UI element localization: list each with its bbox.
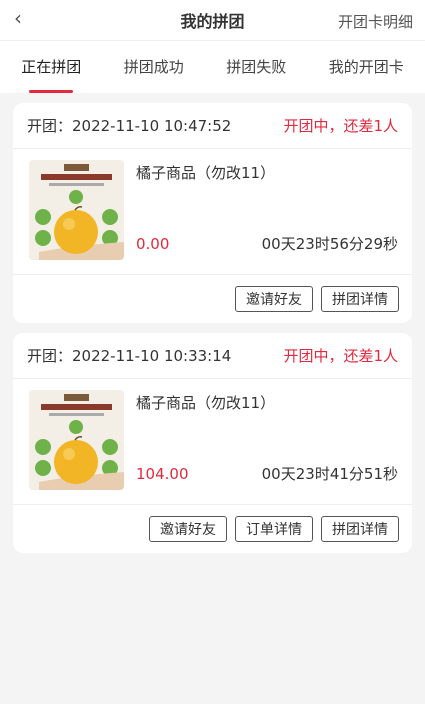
product-image (29, 390, 124, 490)
group-detail-button[interactable]: 拼团详情 (321, 516, 399, 542)
open-time: 开团：2022-11-10 10:33:14 (27, 347, 232, 365)
card-header: 开团：2022-11-10 10:47:52 开团中，还差1人 (13, 103, 412, 149)
card-header: 开团：2022-11-10 10:33:14 开团中，还差1人 (13, 333, 412, 379)
header: ‹ 我的拼团 开团卡明细 (0, 0, 425, 40)
product-name: 橘子商品（勿改11） (136, 394, 276, 412)
tab-failed[interactable]: 拼团失败 (226, 41, 286, 93)
countdown: 00天23时56分29秒 (261, 235, 398, 253)
tab-my-open-card[interactable]: 我的开团卡 (329, 41, 404, 93)
invite-friends-button[interactable]: 邀请好友 (149, 516, 227, 542)
order-detail-button[interactable]: 订单详情 (235, 516, 313, 542)
card-actions: 邀请好友 订单详情 拼团详情 (13, 505, 412, 553)
invite-friends-button[interactable]: 邀请好友 (235, 286, 313, 312)
open-time: 开团：2022-11-10 10:47:52 (27, 117, 232, 135)
page-title: 我的拼团 (180, 12, 245, 31)
price-row: 0.00 00天23时56分29秒 (136, 233, 398, 254)
price: 104.00 (136, 464, 189, 483)
price: 0.00 (136, 234, 170, 253)
product-info: 橘子商品（勿改11） 104.00 00天23时41分51秒 (124, 390, 398, 492)
product-row[interactable]: 橘子商品（勿改11） 104.00 00天23时41分51秒 (13, 379, 412, 505)
status-text: 开团中，还差1人 (283, 347, 398, 365)
product-name: 橘子商品（勿改11） (136, 164, 276, 182)
tab-success[interactable]: 拼团成功 (124, 41, 184, 93)
product-info: 橘子商品（勿改11） 0.00 00天23时56分29秒 (124, 160, 398, 262)
chevron-left-icon[interactable]: ‹ (14, 8, 22, 28)
product-image (29, 160, 124, 260)
open-card-detail-link[interactable]: 开团卡明细 (338, 11, 413, 32)
group-detail-button[interactable]: 拼团详情 (321, 286, 399, 312)
tab-ongoing[interactable]: 正在拼团 (21, 41, 81, 93)
countdown: 00天23时41分51秒 (261, 465, 398, 483)
group-order-card: 开团：2022-11-10 10:33:14 开团中，还差1人 橘子商品（勿改1… (13, 333, 412, 553)
card-actions: 邀请好友 拼团详情 (13, 275, 412, 323)
group-order-card: 开团：2022-11-10 10:47:52 开团中，还差1人 橘子商品（勿改1… (13, 103, 412, 323)
price-row: 104.00 00天23时41分51秒 (136, 463, 398, 484)
product-row[interactable]: 橘子商品（勿改11） 0.00 00天23时56分29秒 (13, 149, 412, 275)
status-text: 开团中，还差1人 (283, 117, 398, 135)
tab-bar: 正在拼团 拼团成功 拼团失败 我的开团卡 (0, 40, 425, 93)
